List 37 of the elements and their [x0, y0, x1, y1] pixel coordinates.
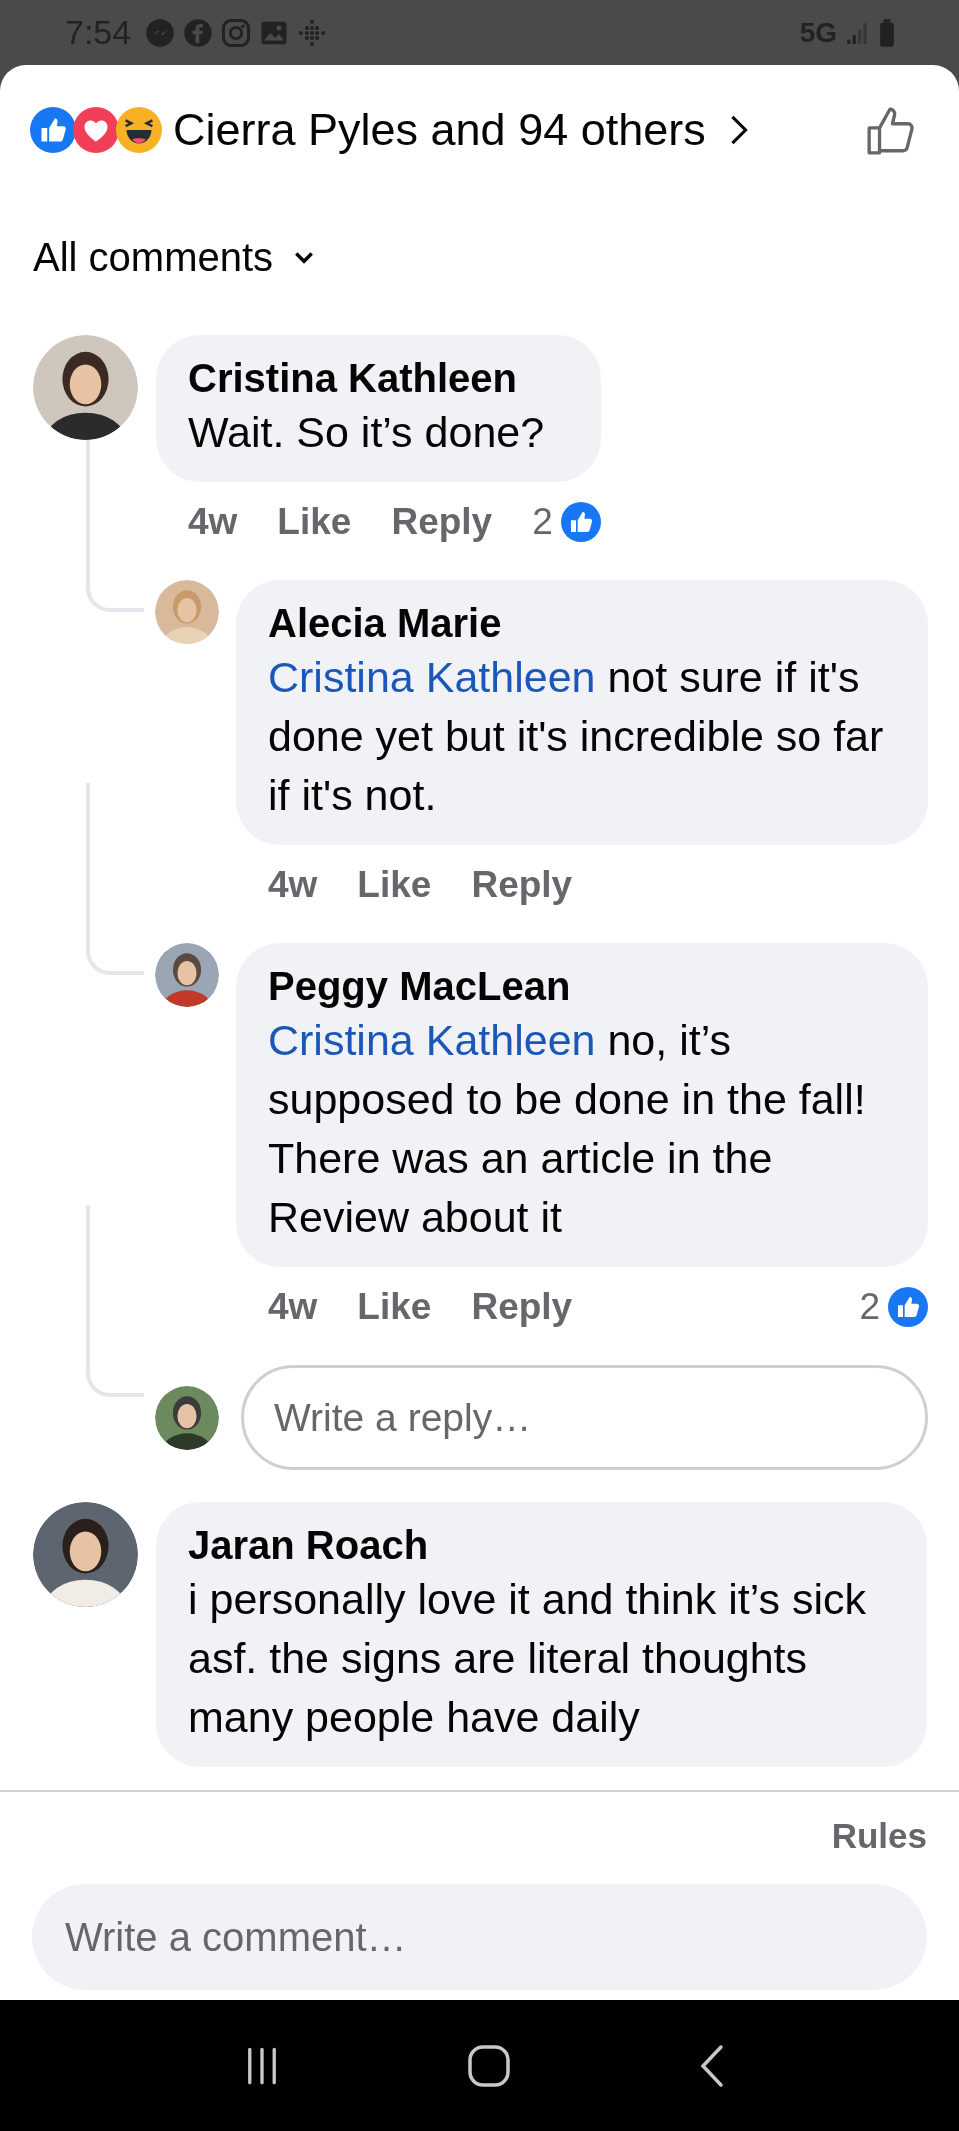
- reply-link[interactable]: Reply: [391, 501, 493, 543]
- battery-icon: [879, 18, 895, 47]
- mention-link[interactable]: Cristina Kathleen: [268, 1016, 596, 1064]
- reaction-count: 2: [532, 501, 553, 543]
- rules-link[interactable]: Rules: [831, 1816, 927, 1856]
- like-icon: [560, 502, 601, 542]
- camera-icon: [221, 17, 252, 48]
- like-link[interactable]: Like: [277, 501, 352, 543]
- dots-icon: [297, 17, 328, 48]
- reply-field[interactable]: Write a reply…: [241, 1365, 928, 1470]
- reply-link[interactable]: Reply: [471, 864, 573, 906]
- author-name[interactable]: Alecia Marie: [268, 598, 896, 648]
- comment-text: i personally love it and think it’s sick asf. the signs are literal thoughts many people have daily: [188, 1574, 867, 1743]
- back-icon[interactable]: [699, 2043, 726, 2088]
- author-name[interactable]: Cristina Kathleen: [188, 353, 569, 403]
- comment-time: 4w: [268, 1286, 318, 1328]
- reaction-count: 2: [859, 1286, 880, 1328]
- home-icon[interactable]: [467, 2043, 512, 2088]
- like-icon: [888, 1287, 928, 1327]
- comment-text: Cristina Kathleen no, it’s supposed to be done in the fall! There was an article in the Review about it: [268, 1015, 867, 1243]
- reply-link[interactable]: Reply: [471, 1286, 573, 1328]
- comment-filter[interactable]: All comments: [33, 235, 316, 280]
- f-logo-icon: [183, 17, 214, 48]
- like-link[interactable]: Like: [357, 864, 432, 906]
- author-name[interactable]: Jaran Roach: [188, 1520, 895, 1570]
- chevron-down-icon: [293, 249, 316, 266]
- mention-link[interactable]: Cristina Kathleen: [268, 653, 596, 701]
- comment-time: 4w: [188, 501, 238, 543]
- like-link[interactable]: Like: [357, 1286, 432, 1328]
- reactors-link[interactable]: Cierra Pyles and 94 others: [173, 104, 750, 156]
- comment-text: Wait. So it’s done?: [188, 407, 546, 458]
- author-name[interactable]: Peggy MacLean: [268, 961, 896, 1011]
- comment-field[interactable]: Write a comment…: [32, 1884, 927, 1990]
- laughing-emoji-icon: [116, 107, 162, 153]
- comment-time: 4w: [268, 864, 318, 906]
- like-icon: [30, 107, 76, 153]
- comment-text: Cristina Kathleen not sure if it's done yet but it's incredible so far if it's not.: [268, 652, 885, 821]
